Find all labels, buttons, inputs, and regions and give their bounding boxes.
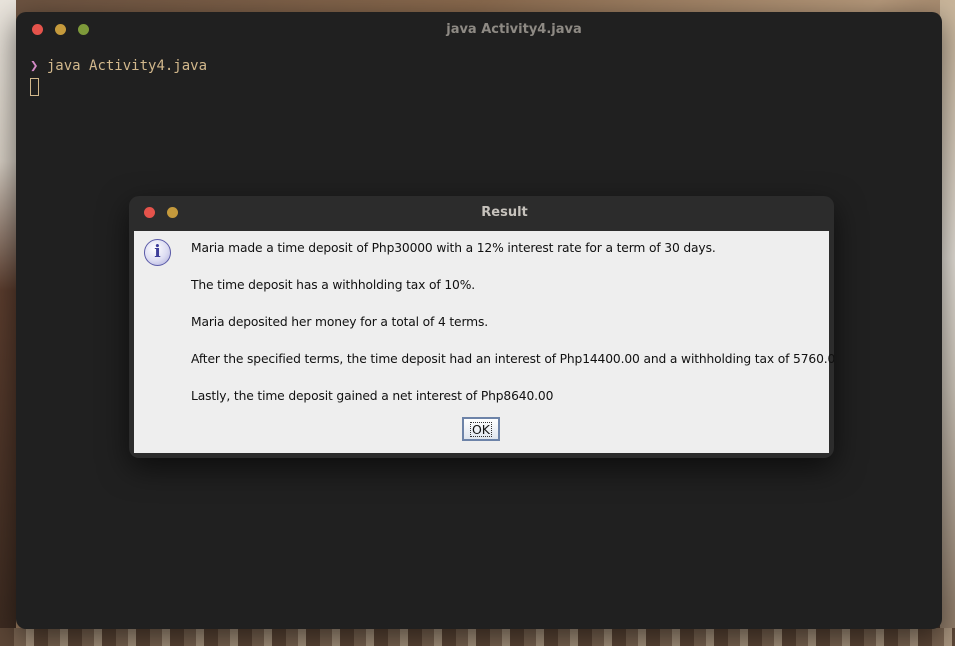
- message-line-deposit: Maria made a time deposit of Php30000 wi…: [191, 241, 716, 255]
- info-icon: i: [144, 239, 171, 266]
- terminal-output[interactable]: ❯ java Activity4.java: [30, 56, 207, 100]
- terminal-title: java Activity4.java: [446, 22, 582, 37]
- command-line: ❯ java Activity4.java: [30, 56, 207, 76]
- desktop-wallpaper-bottom: [0, 628, 955, 646]
- message-line-tax: The time deposit has a withholding tax o…: [191, 278, 476, 292]
- ok-button-label: OK: [469, 421, 493, 437]
- terminal-titlebar[interactable]: java Activity4.java: [16, 12, 942, 48]
- ok-button[interactable]: OK: [462, 417, 500, 441]
- prompt-chevron-icon: ❯: [30, 58, 39, 74]
- message-line-interest: After the specified terms, the time depo…: [191, 352, 834, 366]
- desktop-wallpaper-right: [940, 0, 955, 646]
- desktop-wallpaper-left: [0, 0, 16, 646]
- text-cursor: [30, 78, 39, 96]
- dialog-title: Result: [481, 205, 528, 220]
- message-line-terms: Maria deposited her money for a total of…: [191, 315, 489, 329]
- message-line-net-interest: Lastly, the time deposit gained a net in…: [191, 389, 554, 403]
- dialog-titlebar[interactable]: Result: [129, 196, 834, 231]
- command-text: java Activity4.java: [46, 58, 208, 74]
- result-dialog: Result i Maria made a time deposit of Ph…: [129, 196, 834, 458]
- dialog-content: i Maria made a time deposit of Php30000 …: [134, 231, 834, 453]
